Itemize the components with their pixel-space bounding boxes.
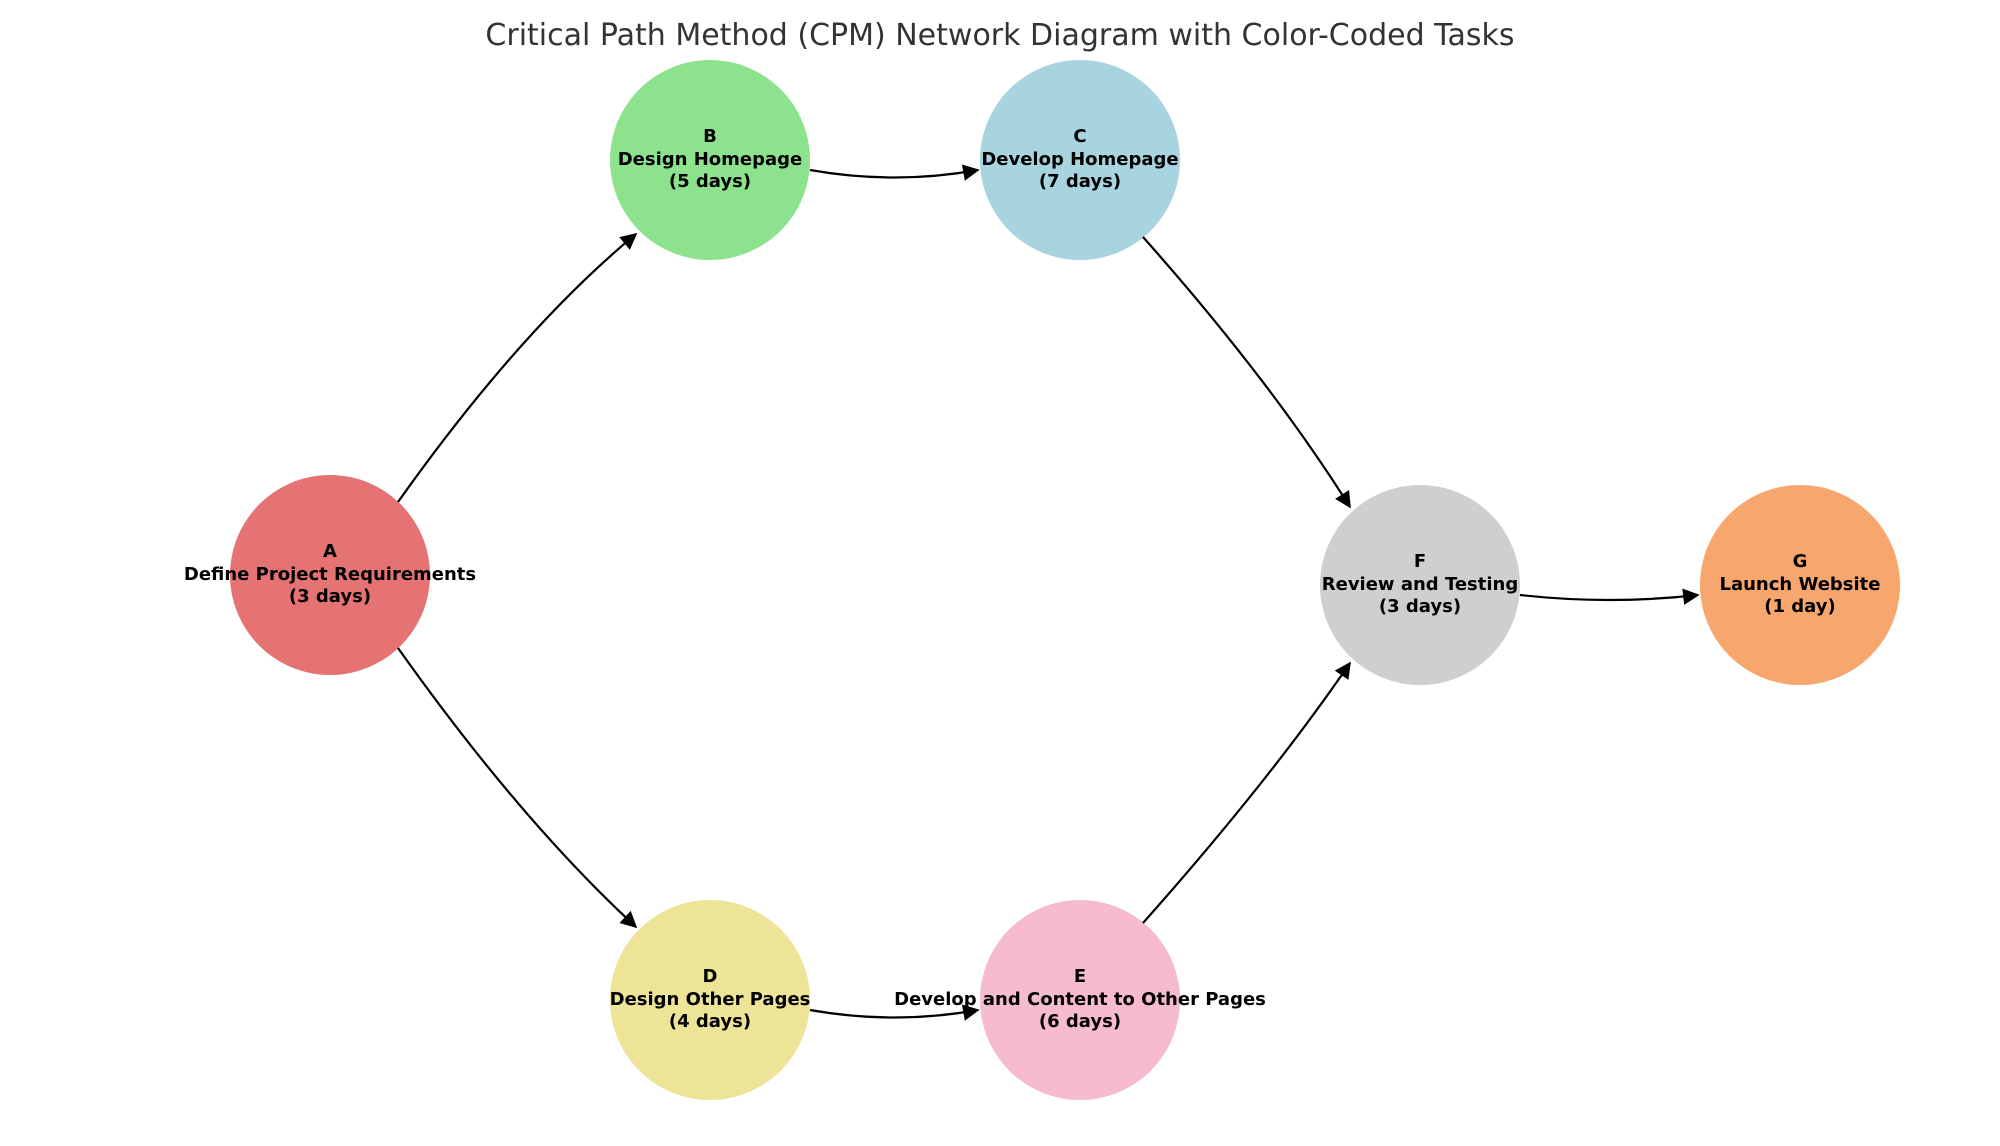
node-a: A Define Project Requirements (3 days) xyxy=(230,475,430,675)
node-name: Design Homepage xyxy=(618,149,803,172)
node-duration: (4 days) xyxy=(669,1011,751,1034)
node-id: E xyxy=(1074,966,1086,989)
node-c: C Develop Homepage (7 days) xyxy=(980,60,1180,260)
node-id: A xyxy=(323,541,337,564)
edge-a-b xyxy=(398,234,636,502)
node-id: D xyxy=(703,966,718,989)
edge-e-f xyxy=(1143,663,1350,923)
node-id: G xyxy=(1793,551,1808,574)
node-duration: (6 days) xyxy=(1039,1011,1121,1034)
node-d: D Design Other Pages (4 days) xyxy=(610,900,810,1100)
node-g: G Launch Website (1 day) xyxy=(1700,485,1900,685)
node-id: C xyxy=(1073,126,1086,149)
node-e: E Develop and Content to Other Pages (6 … xyxy=(980,900,1180,1100)
edge-a-d xyxy=(398,648,636,927)
node-duration: (1 day) xyxy=(1764,596,1835,619)
node-duration: (3 days) xyxy=(289,586,371,609)
edge-b-c xyxy=(810,170,978,178)
node-name: Develop Homepage xyxy=(981,149,1178,172)
edge-f-g xyxy=(1520,595,1698,600)
diagram-title: Critical Path Method (CPM) Network Diagr… xyxy=(0,18,2000,53)
node-b: B Design Homepage (5 days) xyxy=(610,60,810,260)
node-f: F Review and Testing (3 days) xyxy=(1320,485,1520,685)
node-id: B xyxy=(703,126,717,149)
node-duration: (3 days) xyxy=(1379,596,1461,619)
node-name: Develop and Content to Other Pages xyxy=(894,989,1266,1012)
edge-c-f xyxy=(1143,237,1350,507)
node-name: Design Other Pages xyxy=(610,989,811,1012)
node-duration: (5 days) xyxy=(669,171,751,194)
node-id: F xyxy=(1414,551,1426,574)
node-name: Review and Testing xyxy=(1322,574,1518,597)
node-duration: (7 days) xyxy=(1039,171,1121,194)
node-name: Launch Website xyxy=(1720,574,1881,597)
node-name: Define Project Requirements xyxy=(184,564,476,587)
